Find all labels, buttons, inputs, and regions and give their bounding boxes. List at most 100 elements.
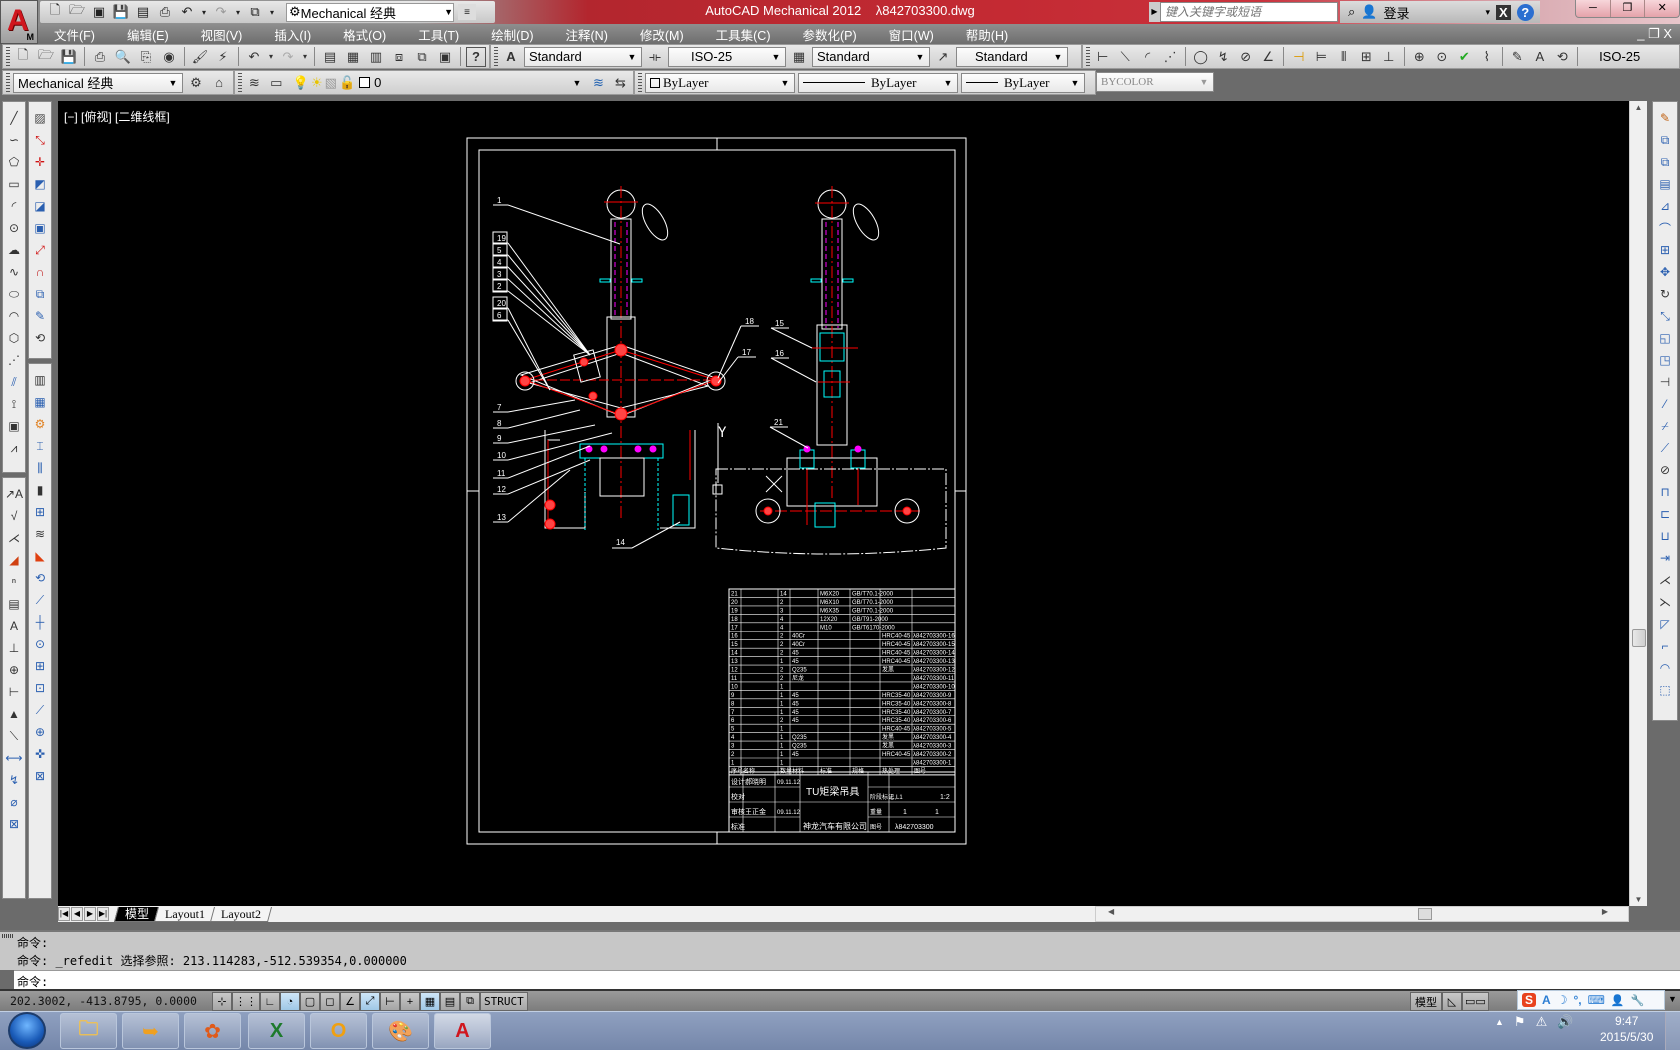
undo-dropdown-icon[interactable]: ▾ xyxy=(267,47,275,67)
lengthen-icon[interactable]: ◳ xyxy=(1655,350,1675,370)
diameter-dim-icon[interactable]: ⊘ xyxy=(1236,47,1256,67)
copy-to-layer-icon[interactable]: ⧉ xyxy=(30,284,50,304)
workspace-switch-dropdown-icon[interactable]: ▾ xyxy=(268,4,276,20)
quickcalc-icon[interactable]: ▣ xyxy=(435,47,455,67)
scroll-down-arrow[interactable]: ▼ xyxy=(1630,895,1647,904)
publish-icon[interactable]: ⎘ xyxy=(136,47,156,67)
dim-edit-2-icon[interactable]: ⌀ xyxy=(4,792,24,812)
toggle-polar-icon[interactable]: ▢ xyxy=(300,992,320,1011)
chain-icon[interactable]: ⟋ xyxy=(30,590,50,610)
angular-dim-icon[interactable]: ∠ xyxy=(1258,47,1278,67)
power-dimension-icon[interactable]: ⟷ xyxy=(4,748,24,768)
radius-dim-icon[interactable]: ◯ xyxy=(1191,47,1211,67)
menu-help[interactable]: 帮助(H) xyxy=(950,25,1024,44)
toggle-snap-icon[interactable]: ⋮⋮ xyxy=(232,992,260,1011)
workspace-settings-icon[interactable]: ⚙ xyxy=(186,73,206,93)
library-icon[interactable]: ▥ xyxy=(30,370,50,390)
spring-icon[interactable]: ▮ xyxy=(30,480,50,500)
explode-icon[interactable]: ⬚ xyxy=(1655,680,1675,700)
rectangle-icon[interactable]: ▭ xyxy=(4,174,24,194)
join-line-icon[interactable]: ⇥ xyxy=(1655,548,1675,568)
color-select[interactable]: ByLayer ▼ xyxy=(645,72,795,93)
wrench-icon[interactable]: 🔧 xyxy=(1631,994,1645,1007)
extend-icon[interactable]: ⁄ xyxy=(1655,394,1675,414)
undo-icon[interactable]: ↶ xyxy=(244,47,264,67)
plot-icon[interactable]: ⎙ xyxy=(90,47,110,67)
3d-dwf-icon[interactable]: ◉ xyxy=(159,47,179,67)
close-button[interactable]: ✕ xyxy=(1645,0,1679,17)
hatch-icon[interactable]: ▨ xyxy=(30,108,50,128)
polygon-icon[interactable]: ⬠ xyxy=(4,152,24,172)
layer-select[interactable]: 💡 ☀ ▧ 🔓 0 ▼ xyxy=(289,73,586,93)
center-mark-icon[interactable]: ⊙ xyxy=(1432,47,1452,67)
region-icon[interactable]: ⬡ xyxy=(4,328,24,348)
match-properties-icon[interactable]: 🖌 xyxy=(190,47,210,67)
toolbar-grip[interactable] xyxy=(238,73,242,92)
menu-insert[interactable]: 插入(I) xyxy=(258,25,327,44)
tab-layout2[interactable]: Layout2 xyxy=(210,906,273,922)
linetype-select[interactable]: ByLayer ▼ xyxy=(798,72,958,93)
horizontal-scrollbar[interactable]: ◀ ▶ xyxy=(1095,906,1629,922)
menu-annotate[interactable]: 注释(N) xyxy=(550,25,624,44)
menu-view[interactable]: 视图(V) xyxy=(185,25,259,44)
fillet-2-icon[interactable]: ⌐ xyxy=(1655,636,1675,656)
mleader-style-select[interactable]: Standard ▼ xyxy=(956,46,1068,67)
ime-mode-icon[interactable]: A xyxy=(1542,993,1551,1007)
search-expand-toggle[interactable]: ▶ xyxy=(1149,2,1160,22)
hide-situation-icon[interactable]: ▣ xyxy=(4,416,24,436)
redo-dropdown-icon[interactable]: ▾ xyxy=(234,4,242,20)
unlock-icon[interactable]: 🔓 xyxy=(339,75,355,91)
aligned-dim-icon[interactable]: ⟍ xyxy=(1115,47,1135,67)
minimize-button[interactable]: ─ xyxy=(1576,0,1611,17)
toolbar-grip[interactable] xyxy=(494,47,498,66)
revision-cloud-icon[interactable]: ☁ xyxy=(4,240,24,260)
command-input[interactable]: 命令: xyxy=(14,970,1680,989)
redo-icon[interactable]: ↷ xyxy=(278,47,298,67)
toggle-ducs-icon[interactable]: ⊢ xyxy=(380,992,400,1011)
toggle-dyn-icon[interactable]: + xyxy=(400,992,420,1011)
menu-toolsets[interactable]: 工具集(C) xyxy=(700,25,787,44)
tolerance-icon[interactable]: ⊕ xyxy=(1410,47,1430,67)
quick-view-layouts-icon[interactable]: ◺ xyxy=(1442,992,1462,1011)
offset-dim-icon[interactable]: ⤢ xyxy=(30,240,50,260)
toolbar-grip[interactable] xyxy=(1086,47,1090,66)
clock[interactable]: 9:47 2015/5/30 xyxy=(1600,1013,1653,1045)
centerline-icon[interactable]: ⋰ xyxy=(4,350,24,370)
rect-construction-icon[interactable]: ⊞ xyxy=(30,656,50,676)
pattern-icon[interactable]: ⊠ xyxy=(30,766,50,786)
application-menu-button[interactable]: A M xyxy=(0,0,38,44)
menu-parametric[interactable]: 参数化(P) xyxy=(786,25,872,44)
dim-style-icon[interactable]: ⟛ xyxy=(645,47,665,67)
circle-icon[interactable]: ⊙ xyxy=(4,218,24,238)
surface-texture-icon[interactable]: √ xyxy=(4,506,24,526)
quick-view-drawings-icon[interactable]: ▭▭ xyxy=(1462,992,1489,1011)
sogou-icon[interactable]: S xyxy=(1522,993,1537,1007)
taper-slope-icon[interactable]: ◢ xyxy=(4,550,24,570)
login-button[interactable]: 登录 xyxy=(1383,3,1409,22)
workspace-select[interactable]: ⚙ Mechanical 经典 ▼ xyxy=(286,2,454,22)
taskbar-explorer[interactable]: 🗀 xyxy=(60,1013,117,1049)
taskbar-outlook[interactable]: O xyxy=(310,1013,367,1049)
open-icon[interactable]: 🗁 xyxy=(68,2,86,20)
taskbar-excel[interactable]: X xyxy=(248,1013,305,1049)
punctuation-icon[interactable]: °, xyxy=(1573,993,1581,1007)
save-icon[interactable]: 💾 xyxy=(112,4,130,20)
copy-clip-icon[interactable]: ⧉ xyxy=(1655,152,1675,172)
coordinate-readout[interactable]: 202.3002, -413.8795, 0.0000 xyxy=(10,994,197,1008)
toggle-infer-constraints-icon[interactable]: ⊹ xyxy=(212,992,232,1011)
layer-previous-icon[interactable]: ⇆ xyxy=(611,73,630,93)
redo-dropdown-icon[interactable]: ▾ xyxy=(301,47,309,67)
line-icon[interactable]: ╱ xyxy=(4,108,24,128)
spring-coil-icon[interactable]: ≋ xyxy=(30,524,50,544)
plot-preview-icon[interactable]: 🔍 xyxy=(113,47,133,67)
design-center-icon[interactable]: ▦ xyxy=(343,47,363,67)
feature-control-frame-icon[interactable]: ⊕ xyxy=(4,660,24,680)
customize-qat-icon[interactable]: ≡ xyxy=(458,4,476,20)
break-at-point-icon[interactable]: ⌿ xyxy=(1655,416,1675,436)
symmetry-line-icon[interactable]: ⫽ xyxy=(4,372,24,392)
toggle-lweight-icon[interactable]: ▦ xyxy=(420,992,440,1011)
join-icon[interactable]: ⊘ xyxy=(1655,460,1675,480)
action-center-flag-icon[interactable]: ⚑ xyxy=(1514,1014,1526,1030)
status-menu-arrow[interactable]: ▼ xyxy=(1668,994,1677,1004)
chamfer-right-icon[interactable]: ⊓ xyxy=(1655,482,1675,502)
